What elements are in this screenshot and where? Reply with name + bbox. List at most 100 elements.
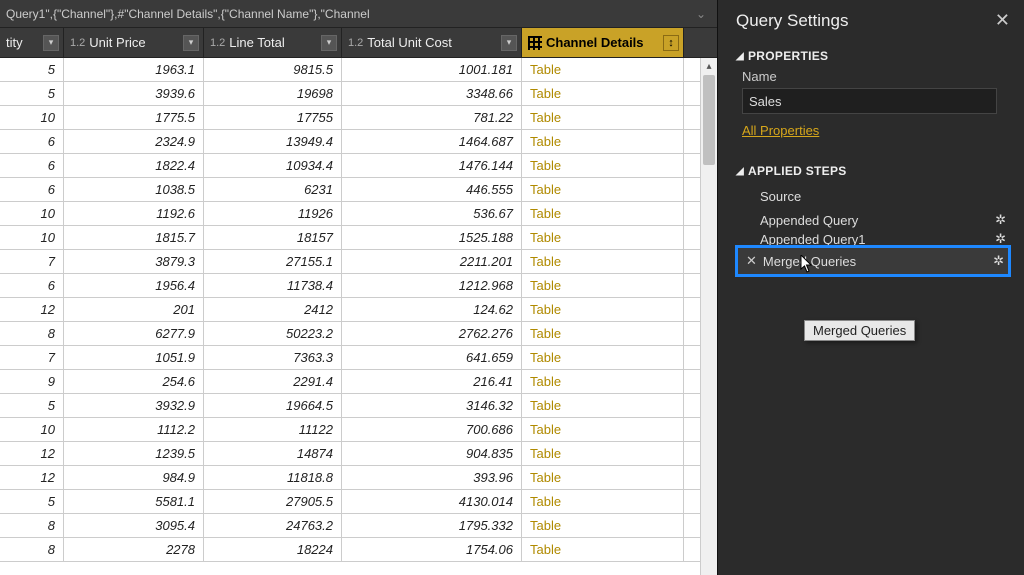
cell-channel-details[interactable]: Table [522, 130, 684, 153]
column-header-total-unit-cost[interactable]: 1.2 Total Unit Cost ▾ [342, 28, 522, 57]
table-row[interactable]: 51963.19815.51001.181Table [0, 58, 717, 82]
table-row[interactable]: 121239.514874904.835Table [0, 442, 717, 466]
applied-steps-section-header[interactable]: ◢ APPLIED STEPS [736, 164, 1010, 178]
cell-qty: 10 [0, 226, 64, 249]
formula-dropdown-icon[interactable]: ⌄ [691, 7, 711, 21]
cell-channel-details[interactable]: Table [522, 322, 684, 345]
cell-channel-details[interactable]: Table [522, 202, 684, 225]
table-link[interactable]: Table [530, 398, 561, 413]
cell-qty: 10 [0, 106, 64, 129]
table-row[interactable]: 71051.97363.3641.659Table [0, 346, 717, 370]
cell-channel-details[interactable]: Table [522, 154, 684, 177]
table-row[interactable]: 53932.919664.53146.32Table [0, 394, 717, 418]
vertical-scrollbar[interactable]: ▴ [700, 58, 717, 575]
query-name-input[interactable]: Sales [742, 88, 997, 114]
table-row[interactable]: 61956.411738.41212.968Table [0, 274, 717, 298]
table-link[interactable]: Table [530, 278, 561, 293]
cell-lt: 11818.8 [204, 466, 342, 489]
cell-channel-details[interactable]: Table [522, 106, 684, 129]
table-link[interactable]: Table [530, 494, 561, 509]
table-row[interactable]: 122012412124.62Table [0, 298, 717, 322]
table-link[interactable]: Table [530, 350, 561, 365]
close-icon[interactable]: ✕ [995, 10, 1010, 31]
cell-channel-details[interactable]: Table [522, 370, 684, 393]
cell-channel-details[interactable]: Table [522, 226, 684, 249]
formula-bar[interactable]: Query1",{"Channel"},#"Channel Details",{… [0, 0, 717, 28]
step-appended-query[interactable]: Appended Query ✲ [736, 208, 1010, 232]
step-appended-query1[interactable]: Appended Query1 ✲ [736, 232, 1010, 246]
step-source[interactable]: Source [736, 184, 1010, 208]
table-row[interactable]: 101775.517755781.22Table [0, 106, 717, 130]
table-link[interactable]: Table [530, 134, 561, 149]
table-link[interactable]: Table [530, 254, 561, 269]
cell-channel-details[interactable]: Table [522, 178, 684, 201]
table-row[interactable]: 55581.127905.54130.014Table [0, 490, 717, 514]
step-merged-queries[interactable]: ✕ Merged Queries ✲ [736, 246, 1010, 276]
table-row[interactable]: 73879.327155.12211.201Table [0, 250, 717, 274]
cell-channel-details[interactable]: Table [522, 58, 684, 81]
column-header-unit-price[interactable]: 1.2 Unit Price ▾ [64, 28, 204, 57]
table-link[interactable]: Table [530, 62, 561, 77]
data-grid[interactable]: ▴ 51963.19815.51001.181Table53939.619698… [0, 58, 717, 575]
table-link[interactable]: Table [530, 542, 561, 557]
cell-channel-details[interactable]: Table [522, 514, 684, 537]
table-row[interactable]: 101815.7181571525.188Table [0, 226, 717, 250]
table-row[interactable]: 101192.611926536.67Table [0, 202, 717, 226]
cell-up: 6277.9 [64, 322, 204, 345]
expand-column-icon[interactable]: ↕ [663, 35, 679, 51]
cell-channel-details[interactable]: Table [522, 466, 684, 489]
table-row[interactable]: 62324.913949.41464.687Table [0, 130, 717, 154]
table-link[interactable]: Table [530, 110, 561, 125]
cell-tc: 1212.968 [342, 274, 522, 297]
delete-step-icon[interactable]: ✕ [746, 253, 757, 269]
scroll-up-arrow-icon[interactable]: ▴ [701, 58, 717, 75]
table-row[interactable]: 61822.410934.41476.144Table [0, 154, 717, 178]
table-link[interactable]: Table [530, 446, 561, 461]
cell-up: 1775.5 [64, 106, 204, 129]
table-link[interactable]: Table [530, 230, 561, 245]
filter-dropdown-icon[interactable]: ▾ [321, 35, 337, 51]
scroll-thumb[interactable] [703, 75, 715, 165]
gear-icon[interactable]: ✲ [995, 212, 1006, 228]
table-link[interactable]: Table [530, 86, 561, 101]
column-header-line-total[interactable]: 1.2 Line Total ▾ [204, 28, 342, 57]
table-link[interactable]: Table [530, 422, 561, 437]
gear-icon[interactable]: ✲ [995, 232, 1006, 246]
cell-qty: 9 [0, 370, 64, 393]
filter-dropdown-icon[interactable]: ▾ [501, 35, 517, 51]
table-row[interactable]: 9254.62291.4216.41Table [0, 370, 717, 394]
cell-channel-details[interactable]: Table [522, 490, 684, 513]
table-link[interactable]: Table [530, 470, 561, 485]
filter-dropdown-icon[interactable]: ▾ [183, 35, 199, 51]
table-link[interactable]: Table [530, 182, 561, 197]
table-row[interactable]: 101112.211122700.686Table [0, 418, 717, 442]
column-header-quantity[interactable]: tity ▾ [0, 28, 64, 57]
cell-channel-details[interactable]: Table [522, 394, 684, 417]
table-link[interactable]: Table [530, 326, 561, 341]
table-row[interactable]: 86277.950223.22762.276Table [0, 322, 717, 346]
table-row[interactable]: 61038.56231446.555Table [0, 178, 717, 202]
column-header-channel-details[interactable]: Channel Details ↕ [522, 28, 684, 57]
cell-channel-details[interactable]: Table [522, 250, 684, 273]
table-link[interactable]: Table [530, 158, 561, 173]
cell-channel-details[interactable]: Table [522, 82, 684, 105]
table-row[interactable]: 53939.6196983348.66Table [0, 82, 717, 106]
cell-channel-details[interactable]: Table [522, 274, 684, 297]
table-row[interactable]: 12984.911818.8393.96Table [0, 466, 717, 490]
cell-channel-details[interactable]: Table [522, 442, 684, 465]
cell-channel-details[interactable]: Table [522, 418, 684, 441]
filter-dropdown-icon[interactable]: ▾ [43, 35, 59, 51]
table-link[interactable]: Table [530, 374, 561, 389]
properties-section-header[interactable]: ◢ PROPERTIES [736, 49, 1010, 63]
cell-channel-details[interactable]: Table [522, 298, 684, 321]
cell-up: 984.9 [64, 466, 204, 489]
table-row[interactable]: 82278182241754.06Table [0, 538, 717, 562]
all-properties-link[interactable]: All Properties [742, 123, 819, 138]
table-link[interactable]: Table [530, 302, 561, 317]
table-link[interactable]: Table [530, 206, 561, 221]
table-link[interactable]: Table [530, 518, 561, 533]
table-row[interactable]: 83095.424763.21795.332Table [0, 514, 717, 538]
cell-channel-details[interactable]: Table [522, 538, 684, 561]
gear-icon[interactable]: ✲ [993, 253, 1004, 269]
cell-channel-details[interactable]: Table [522, 346, 684, 369]
